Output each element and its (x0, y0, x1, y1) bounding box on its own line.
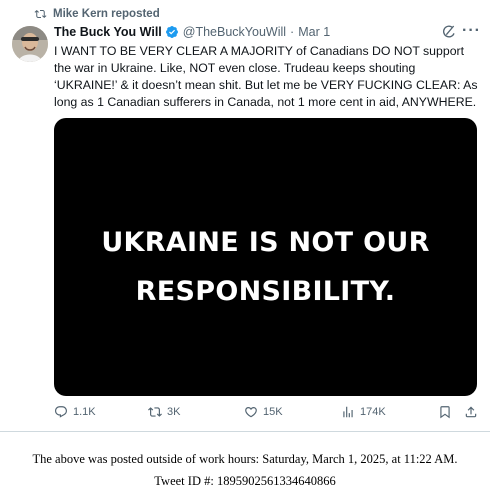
analytics-icon (343, 406, 353, 418)
tweet-date[interactable]: Mar 1 (298, 25, 330, 39)
reply-button[interactable]: 1.1K (54, 405, 96, 419)
tweet-media-image[interactable]: UKRAINE IS NOT OUR RESPONSIBILITY. (54, 118, 477, 396)
reply-icon (55, 406, 67, 418)
tweet-header: The Buck You Will @TheBuckYouWill · Mar … (54, 25, 330, 39)
author-name[interactable]: The Buck You Will (54, 25, 162, 39)
bookmark-button[interactable] (438, 405, 452, 419)
like-count: 15K (263, 406, 283, 418)
grok-icon[interactable] (441, 24, 457, 45)
views-count: 174K (360, 406, 386, 418)
more-options-icon[interactable]: ··· (462, 23, 481, 39)
tweet-text: I WANT TO BE VERY CLEAR A MAJORITY of Ca… (54, 44, 478, 109)
avatar[interactable] (12, 26, 48, 62)
heart-icon (245, 407, 257, 418)
repost-indicator: Mike Kern reposted (34, 8, 160, 20)
posted-time-note: The above was posted outside of work hou… (32, 452, 458, 466)
views-button[interactable]: 174K (341, 405, 386, 419)
archive-footer: The above was posted outside of work hou… (0, 448, 490, 492)
media-line-2: RESPONSIBILITY. (135, 276, 396, 307)
media-caption: UKRAINE IS NOT OUR RESPONSIBILITY. (54, 218, 477, 316)
share-icon (465, 406, 477, 418)
share-button[interactable] (464, 405, 478, 419)
tweet-actions: 1.1K 3K 15K 174K (54, 405, 480, 425)
repost-label[interactable]: Mike Kern reposted (53, 8, 160, 20)
media-line-1: UKRAINE IS NOT OUR (101, 227, 430, 258)
reply-count: 1.1K (73, 406, 96, 418)
like-button[interactable]: 15K (244, 405, 283, 419)
bookmark-icon (440, 406, 450, 419)
tweet-id-note: Tweet ID #: 1895902561334640866 (154, 474, 336, 488)
retweet-icon (148, 407, 162, 417)
repost-count: 3K (167, 406, 181, 418)
tweet-card[interactable]: Mike Kern reposted The Buck You Will @Th… (0, 0, 490, 432)
repost-button[interactable]: 3K (148, 405, 180, 419)
date-separator: · (290, 25, 295, 39)
repost-icon (34, 9, 47, 19)
author-handle[interactable]: @TheBuckYouWill (183, 25, 286, 39)
verified-badge-icon (165, 25, 179, 39)
